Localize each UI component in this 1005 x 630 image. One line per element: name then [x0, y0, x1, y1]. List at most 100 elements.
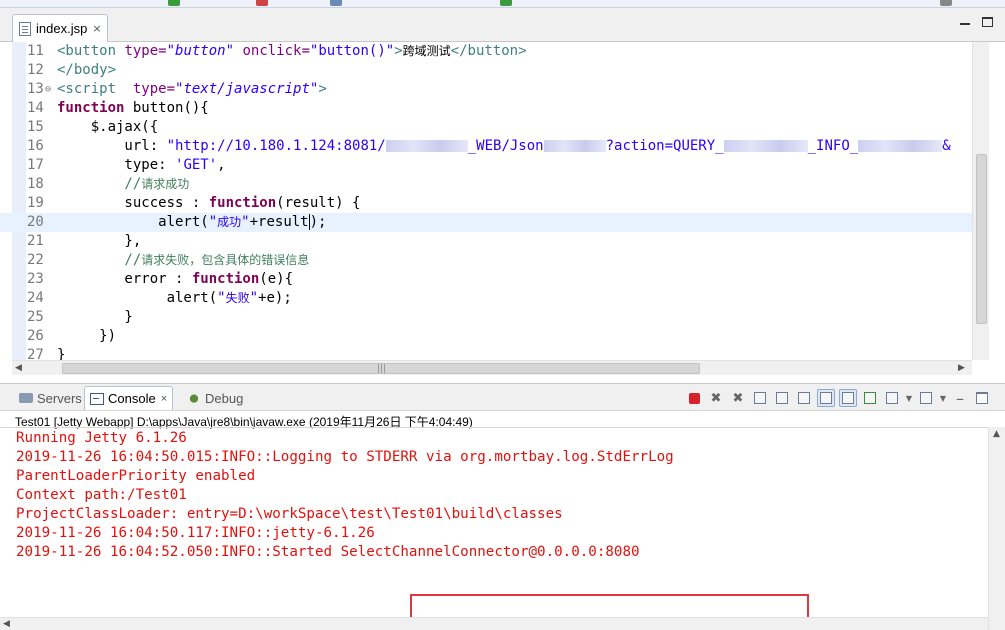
console-vertical-scrollbar[interactable]: ▲	[988, 427, 1005, 630]
toolbar-icon[interactable]	[330, 0, 342, 6]
console-horizontal-scrollbar[interactable]: ◀	[0, 617, 988, 630]
code-token: _WEB/Json	[467, 138, 544, 154]
code-token: (e){	[259, 271, 294, 287]
code-token: 请求成功	[141, 177, 190, 191]
code-token: function	[57, 100, 125, 116]
code-line[interactable]: 18 //请求成功	[0, 175, 972, 194]
code-token: error :	[57, 271, 192, 287]
redacted-text	[385, 140, 468, 152]
line-number: 13	[27, 81, 44, 97]
scroll-left-icon[interactable]: ◀	[3, 618, 10, 630]
code-text: url: "http://10.180.1.124:8081/ _WEB/Json…	[57, 137, 951, 156]
minimize-icon[interactable]: –	[951, 389, 969, 408]
code-line[interactable]: 20 alert("成功"+result);	[0, 213, 972, 232]
code-text: },	[57, 232, 141, 251]
scroll-up-icon[interactable]: ▲	[993, 429, 1000, 439]
scroll-thumb[interactable]	[976, 154, 987, 324]
code-token: _INFO_	[807, 138, 859, 154]
open-console-icon[interactable]	[917, 389, 935, 407]
panel-tab-bar: Servers Console × Debug ✖ ✖ ▼ ▼ –	[0, 383, 1005, 411]
minimize-icon[interactable]	[958, 17, 972, 29]
code-text: })	[57, 327, 116, 346]
tab-servers[interactable]: Servers	[14, 386, 87, 410]
pin-console-icon[interactable]	[861, 389, 879, 407]
maximize-icon[interactable]	[982, 17, 993, 27]
code-editor[interactable]: 11 <button type="button" onclick="button(…	[0, 42, 1005, 375]
remove-launch-icon[interactable]: ✖	[707, 389, 725, 407]
code-line[interactable]: 26 })	[0, 327, 972, 346]
code-token: );	[309, 214, 327, 230]
scroll-thumb[interactable]: |||	[62, 363, 700, 374]
close-icon[interactable]: ×	[92, 23, 101, 34]
scroll-right-icon[interactable]: ▶	[958, 361, 965, 375]
remove-all-icon[interactable]: ✖	[729, 389, 747, 407]
word-wrap-icon[interactable]	[795, 389, 813, 407]
editor-vertical-scrollbar[interactable]	[972, 42, 989, 360]
tab-debug[interactable]: Debug	[182, 386, 248, 410]
debug-icon	[187, 392, 201, 404]
scroll-lock-icon[interactable]	[773, 389, 791, 407]
chevron-down-icon[interactable]: ▼	[939, 389, 947, 407]
editor-tab-index-jsp[interactable]: index.jsp ×	[12, 14, 108, 42]
code-token: "button"	[166, 43, 235, 59]
code-line[interactable]: 15 $.ajax({	[0, 118, 972, 137]
code-line[interactable]: 13 ⊖ <script type="text/javascript">	[0, 80, 972, 99]
code-line[interactable]: 14 function button(){	[0, 99, 972, 118]
chevron-down-icon[interactable]: ▼	[905, 389, 913, 407]
main-toolbar	[0, 0, 1005, 8]
debug-run-icon[interactable]	[500, 0, 512, 6]
code-token: </button>	[450, 43, 527, 59]
line-number: 22	[27, 252, 44, 268]
code-text: type: 'GET',	[57, 156, 226, 175]
tab-console[interactable]: Console ×	[84, 386, 174, 410]
code-token: "	[249, 290, 259, 306]
code-line[interactable]: 23 error : function(e){	[0, 270, 972, 289]
code-token: success :	[57, 195, 209, 211]
clear-console-icon[interactable]	[751, 389, 769, 407]
code-token: })	[57, 328, 117, 344]
console-output-line: Running Jetty 6.1.26	[16, 430, 187, 446]
code-token: //	[57, 176, 142, 192]
editor-horizontal-scrollbar[interactable]: ◀ ||| ▶	[12, 360, 972, 375]
perspective-icon[interactable]	[940, 0, 952, 6]
code-line[interactable]: 12 </body>	[0, 61, 972, 80]
code-token: ?action=QUERY_	[605, 138, 724, 154]
code-token: alert(	[57, 290, 218, 306]
show-on-stdout-icon[interactable]	[817, 389, 835, 407]
code-token: &	[942, 138, 951, 154]
display-console-icon[interactable]	[883, 389, 901, 407]
stop-icon[interactable]	[256, 0, 268, 6]
console-output[interactable]: Running Jetty 6.1.26 2019-11-26 16:04:50.…	[0, 427, 988, 627]
code-line[interactable]: 11 <button type="button" onclick="button(…	[0, 42, 972, 61]
code-line[interactable]: 16 url: "http://10.180.1.124:8081/ _WEB/J…	[0, 137, 972, 156]
code-line[interactable]: 17 type: 'GET',	[0, 156, 972, 175]
code-line[interactable]: 21 },	[0, 232, 972, 251]
code-line[interactable]: 19 success : function(result) {	[0, 194, 972, 213]
line-number: 14	[27, 100, 44, 116]
code-token: button(){	[124, 100, 209, 116]
scroll-left-icon[interactable]: ◀	[15, 361, 22, 375]
line-number: 11	[27, 43, 44, 59]
code-line[interactable]: 22 //请求失败，包含具体的错误信息	[0, 251, 972, 270]
fold-toggle-icon[interactable]: ⊖	[45, 80, 51, 99]
run-icon[interactable]	[168, 0, 180, 6]
terminate-icon[interactable]	[685, 389, 703, 407]
code-token: <script	[57, 81, 133, 97]
code-token: </body>	[57, 62, 117, 78]
close-icon[interactable]: ×	[161, 393, 167, 405]
code-token: $.ajax({	[57, 119, 159, 135]
code-token: >	[394, 43, 403, 59]
code-token: ,	[217, 157, 226, 173]
code-line[interactable]: 24 alert("失败"+e);	[0, 289, 972, 308]
code-token: type:	[57, 157, 176, 173]
code-text: //请求失败，包含具体的错误信息	[57, 251, 309, 270]
code-line[interactable]: 25 }	[0, 308, 972, 327]
code-token: 成功	[217, 215, 242, 229]
show-on-stderr-icon[interactable]	[839, 389, 857, 407]
code-text: //请求成功	[57, 175, 189, 194]
line-number: 15	[27, 119, 44, 135]
line-number: 23	[27, 271, 44, 287]
code-token: "	[208, 214, 218, 230]
code-token: "http://10.180.1.124:8081/	[166, 138, 386, 154]
maximize-icon[interactable]	[973, 389, 991, 407]
